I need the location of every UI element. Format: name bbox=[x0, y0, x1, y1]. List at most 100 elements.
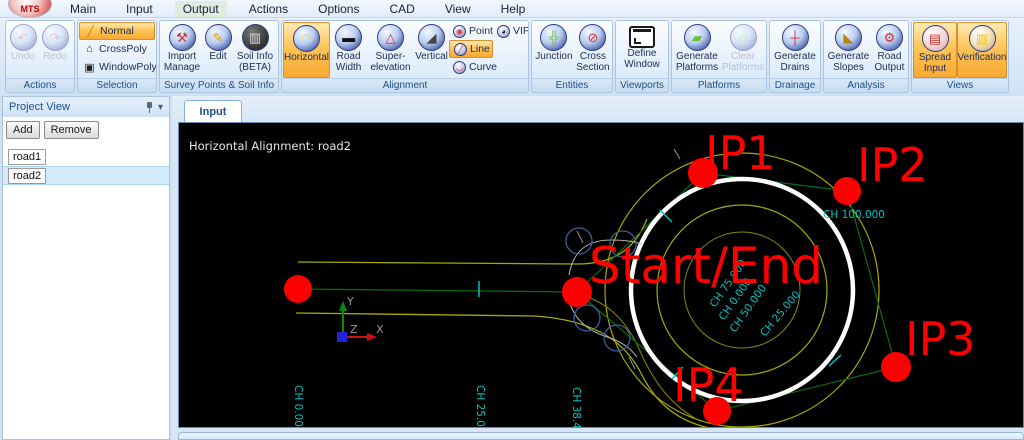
add-road-button[interactable]: Add bbox=[6, 121, 40, 139]
cross-section-button[interactable]: ⊘ Cross Section bbox=[575, 22, 611, 78]
axis-z-label: Z bbox=[350, 323, 358, 336]
soil-info-button[interactable]: ▥ Soil Info (BETA) bbox=[233, 22, 277, 78]
undo-button[interactable]: ↶ Undo bbox=[7, 22, 39, 78]
normal-select-button[interactable]: ╱ Normal bbox=[79, 22, 155, 40]
drains-icon: ┼ bbox=[781, 24, 809, 51]
point-icon: ◉ bbox=[453, 24, 467, 38]
curve-icon: ◡ bbox=[453, 60, 467, 74]
vertical-alignment-button[interactable]: ◢ Vertical bbox=[414, 22, 449, 78]
start-point[interactable] bbox=[284, 275, 312, 303]
define-window-button[interactable]: Define Window bbox=[617, 22, 667, 78]
super-elevation-button[interactable]: △ Super-elevation bbox=[367, 22, 414, 78]
group-selection: ╱ Normal ⌂ CrossPoly ▣ WindowPoly Select… bbox=[77, 20, 157, 93]
list-item-road1[interactable]: road1 bbox=[3, 147, 169, 166]
ch0-label: CH 0.000 bbox=[292, 385, 304, 427]
bottom-road-edge bbox=[295, 312, 710, 429]
drawing-canvas[interactable]: Horizontal Alignment: road2 Y Z X CH 100… bbox=[178, 122, 1024, 440]
group-caption-drainage: Drainage bbox=[770, 78, 820, 92]
slopes-icon: ◣ bbox=[834, 24, 862, 51]
monitor-icon bbox=[629, 26, 655, 48]
menu-options[interactable]: Options bbox=[310, 1, 367, 17]
spread-input-panel[interactable]: Spread Input bbox=[178, 432, 1024, 440]
pin-icon[interactable] bbox=[145, 101, 154, 113]
menu-cad[interactable]: CAD bbox=[381, 1, 422, 17]
start-end-point[interactable] bbox=[562, 277, 592, 307]
tab-strip: Input bbox=[172, 96, 1024, 122]
import-manage-button[interactable]: ⚒ Import Manage bbox=[161, 22, 203, 78]
ucs-axes-icon: Y Z X bbox=[337, 295, 384, 342]
canvas-title: Horizontal Alignment: road2 bbox=[189, 139, 351, 153]
clear-platforms-button[interactable]: ▱ Clear Platforms bbox=[721, 22, 765, 78]
ch-cluster-label: CH 25.000 bbox=[758, 289, 803, 339]
axis-y-label: Y bbox=[346, 295, 354, 308]
spread-input-button[interactable]: ▤ Spread Input bbox=[913, 22, 957, 78]
group-views: ▤ Spread Input ▥ Verification Views bbox=[911, 20, 1009, 93]
chevron-down-icon[interactable]: ▾ bbox=[158, 102, 163, 113]
menu-main[interactable]: Main bbox=[62, 1, 104, 17]
cross-section-icon: ⊘ bbox=[579, 24, 607, 51]
generate-drains-button[interactable]: ┼ Generate Drains bbox=[771, 22, 819, 78]
tools-icon: ⚒ bbox=[168, 24, 196, 51]
junction-button[interactable]: ╬ Junction bbox=[533, 22, 575, 78]
menu-output[interactable]: Output bbox=[174, 0, 227, 17]
generate-platforms-button[interactable]: ▰ Generate Platforms bbox=[673, 22, 721, 78]
point-button[interactable]: ◉ Point bbox=[449, 22, 493, 40]
ip1-label: IP1 bbox=[705, 126, 776, 180]
super-elevation-icon: △ bbox=[377, 24, 404, 51]
spreadsheet-icon: ▤ bbox=[921, 25, 949, 52]
verification-icon: ▥ bbox=[968, 25, 996, 52]
remove-road-button[interactable]: Remove bbox=[43, 121, 99, 139]
curve-button[interactable]: ◡ Curve bbox=[449, 58, 497, 76]
group-caption-actions: Actions bbox=[6, 78, 74, 92]
group-caption-platforms: Platforms bbox=[672, 78, 766, 92]
group-actions: ↶ Undo ↷ Redo Actions bbox=[5, 20, 75, 93]
menu-input[interactable]: Input bbox=[118, 1, 161, 17]
verification-button[interactable]: ▥ Verification bbox=[957, 22, 1007, 78]
road-list: road1 road2 bbox=[3, 147, 169, 185]
horizontal-curve-icon: ◠ bbox=[293, 25, 321, 52]
ch100-label: CH 100.000 bbox=[823, 209, 885, 221]
group-caption-analysis: Analysis bbox=[824, 78, 908, 92]
document-area: Input Horizontal Alignment: road2 Y Z X … bbox=[172, 96, 1024, 440]
group-entities: ╬ Junction ⊘ Cross Section Entities bbox=[531, 20, 613, 93]
road-output-button[interactable]: ⚙ Road Output bbox=[872, 22, 907, 78]
line-icon: ╱ bbox=[454, 42, 468, 56]
line-button[interactable]: ╱ Line bbox=[449, 40, 494, 58]
group-caption-viewports: Viewports bbox=[616, 78, 668, 92]
group-caption-alignment: Alignment bbox=[282, 78, 528, 92]
group-caption-survey: Survey Points & Soil Info bbox=[160, 78, 278, 92]
group-caption-selection: Selection bbox=[78, 78, 156, 92]
horizontal-alignment-button[interactable]: ◠ Horizontal bbox=[283, 22, 331, 78]
crosspoly-button[interactable]: ⌂ CrossPoly bbox=[79, 40, 155, 58]
soil-column-icon: ▥ bbox=[241, 24, 269, 51]
road-output-gear-icon: ⚙ bbox=[875, 24, 903, 51]
alignment-drawing: Horizontal Alignment: road2 Y Z X CH 100… bbox=[189, 126, 976, 440]
menu-help[interactable]: Help bbox=[493, 1, 534, 17]
axis-x-label: X bbox=[376, 323, 384, 336]
generate-slopes-button[interactable]: ◣ Generate Slopes bbox=[825, 22, 872, 78]
app-logo-button[interactable]: MTS bbox=[8, 0, 52, 18]
pencil-icon: ✎ bbox=[204, 24, 232, 51]
list-item-road2[interactable]: road2 bbox=[3, 166, 169, 185]
project-view-header: Project View ▾ bbox=[3, 97, 169, 117]
redo-button[interactable]: ↷ Redo bbox=[39, 22, 71, 78]
menu-bar: MTS Main Input Output Actions Options CA… bbox=[0, 0, 1024, 18]
group-caption-views: Views bbox=[912, 78, 1008, 92]
junction-icon: ╬ bbox=[540, 24, 568, 51]
windowpoly-button[interactable]: ▣ WindowPoly bbox=[79, 58, 156, 76]
project-view-title: Project View bbox=[9, 101, 70, 113]
ip4-label: IP4 bbox=[673, 358, 744, 412]
ch25-label: CH 25.000 bbox=[474, 385, 486, 427]
ch38-label: CH 38.400 bbox=[570, 387, 582, 427]
edit-survey-button[interactable]: ✎ Edit bbox=[203, 22, 233, 78]
vip-button[interactable]: ◕ VIP bbox=[493, 22, 528, 40]
ip2-label: IP2 bbox=[857, 138, 928, 192]
group-drainage: ┼ Generate Drains Drainage bbox=[769, 20, 821, 93]
road-width-button[interactable]: ▬ Road Width bbox=[330, 22, 367, 78]
menu-actions[interactable]: Actions bbox=[241, 1, 296, 17]
menu-view[interactable]: View bbox=[437, 1, 479, 17]
redo-icon: ↷ bbox=[41, 24, 69, 51]
ip3-label: IP3 bbox=[905, 312, 976, 366]
tab-input[interactable]: Input bbox=[184, 100, 242, 122]
project-view-panel: Project View ▾ Add Remove road1 road2 bbox=[2, 96, 170, 440]
